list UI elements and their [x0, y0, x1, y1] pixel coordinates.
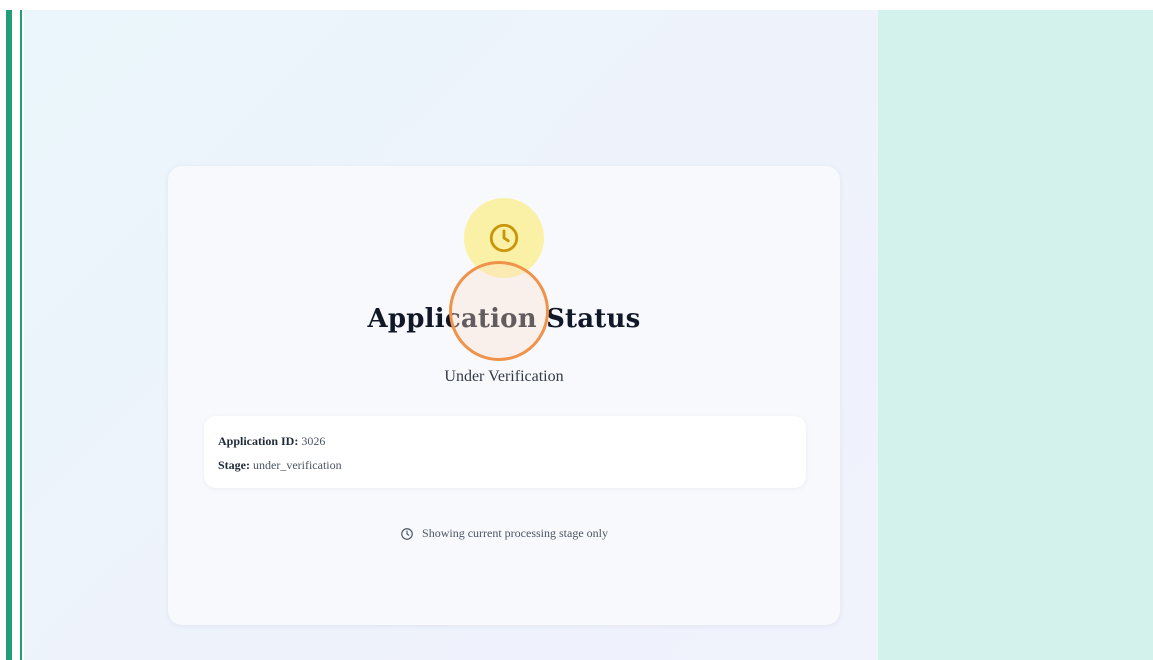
clock-icon: [401, 527, 413, 540]
application-status-card: Application Status Under Verification Ap…: [168, 166, 840, 625]
stage-value: under_verification: [253, 458, 342, 472]
clock-icon: [489, 223, 519, 253]
left-divider: [20, 10, 22, 660]
stage-row: Stage: under_verification: [218, 458, 342, 473]
application-details-box: Application ID: 3026 Stage: under_verifi…: [204, 416, 806, 488]
screen: Application Status Under Verification Ap…: [0, 0, 1153, 660]
status-subtitle: Under Verification: [444, 368, 564, 385]
application-id-row: Application ID: 3026: [218, 434, 325, 449]
processing-note: Showing current processing stage only: [168, 526, 840, 541]
application-id-value: 3026: [301, 434, 326, 448]
page-title: Application Status: [367, 304, 641, 334]
processing-note-text: Showing current processing stage only: [422, 526, 608, 540]
status-icon-circle: [464, 198, 544, 278]
main-panel: Application Status Under Verification Ap…: [24, 10, 878, 660]
right-side-panel: [878, 10, 1153, 660]
application-id-label: Application ID:: [218, 434, 299, 448]
stage-label: Stage:: [218, 458, 250, 472]
